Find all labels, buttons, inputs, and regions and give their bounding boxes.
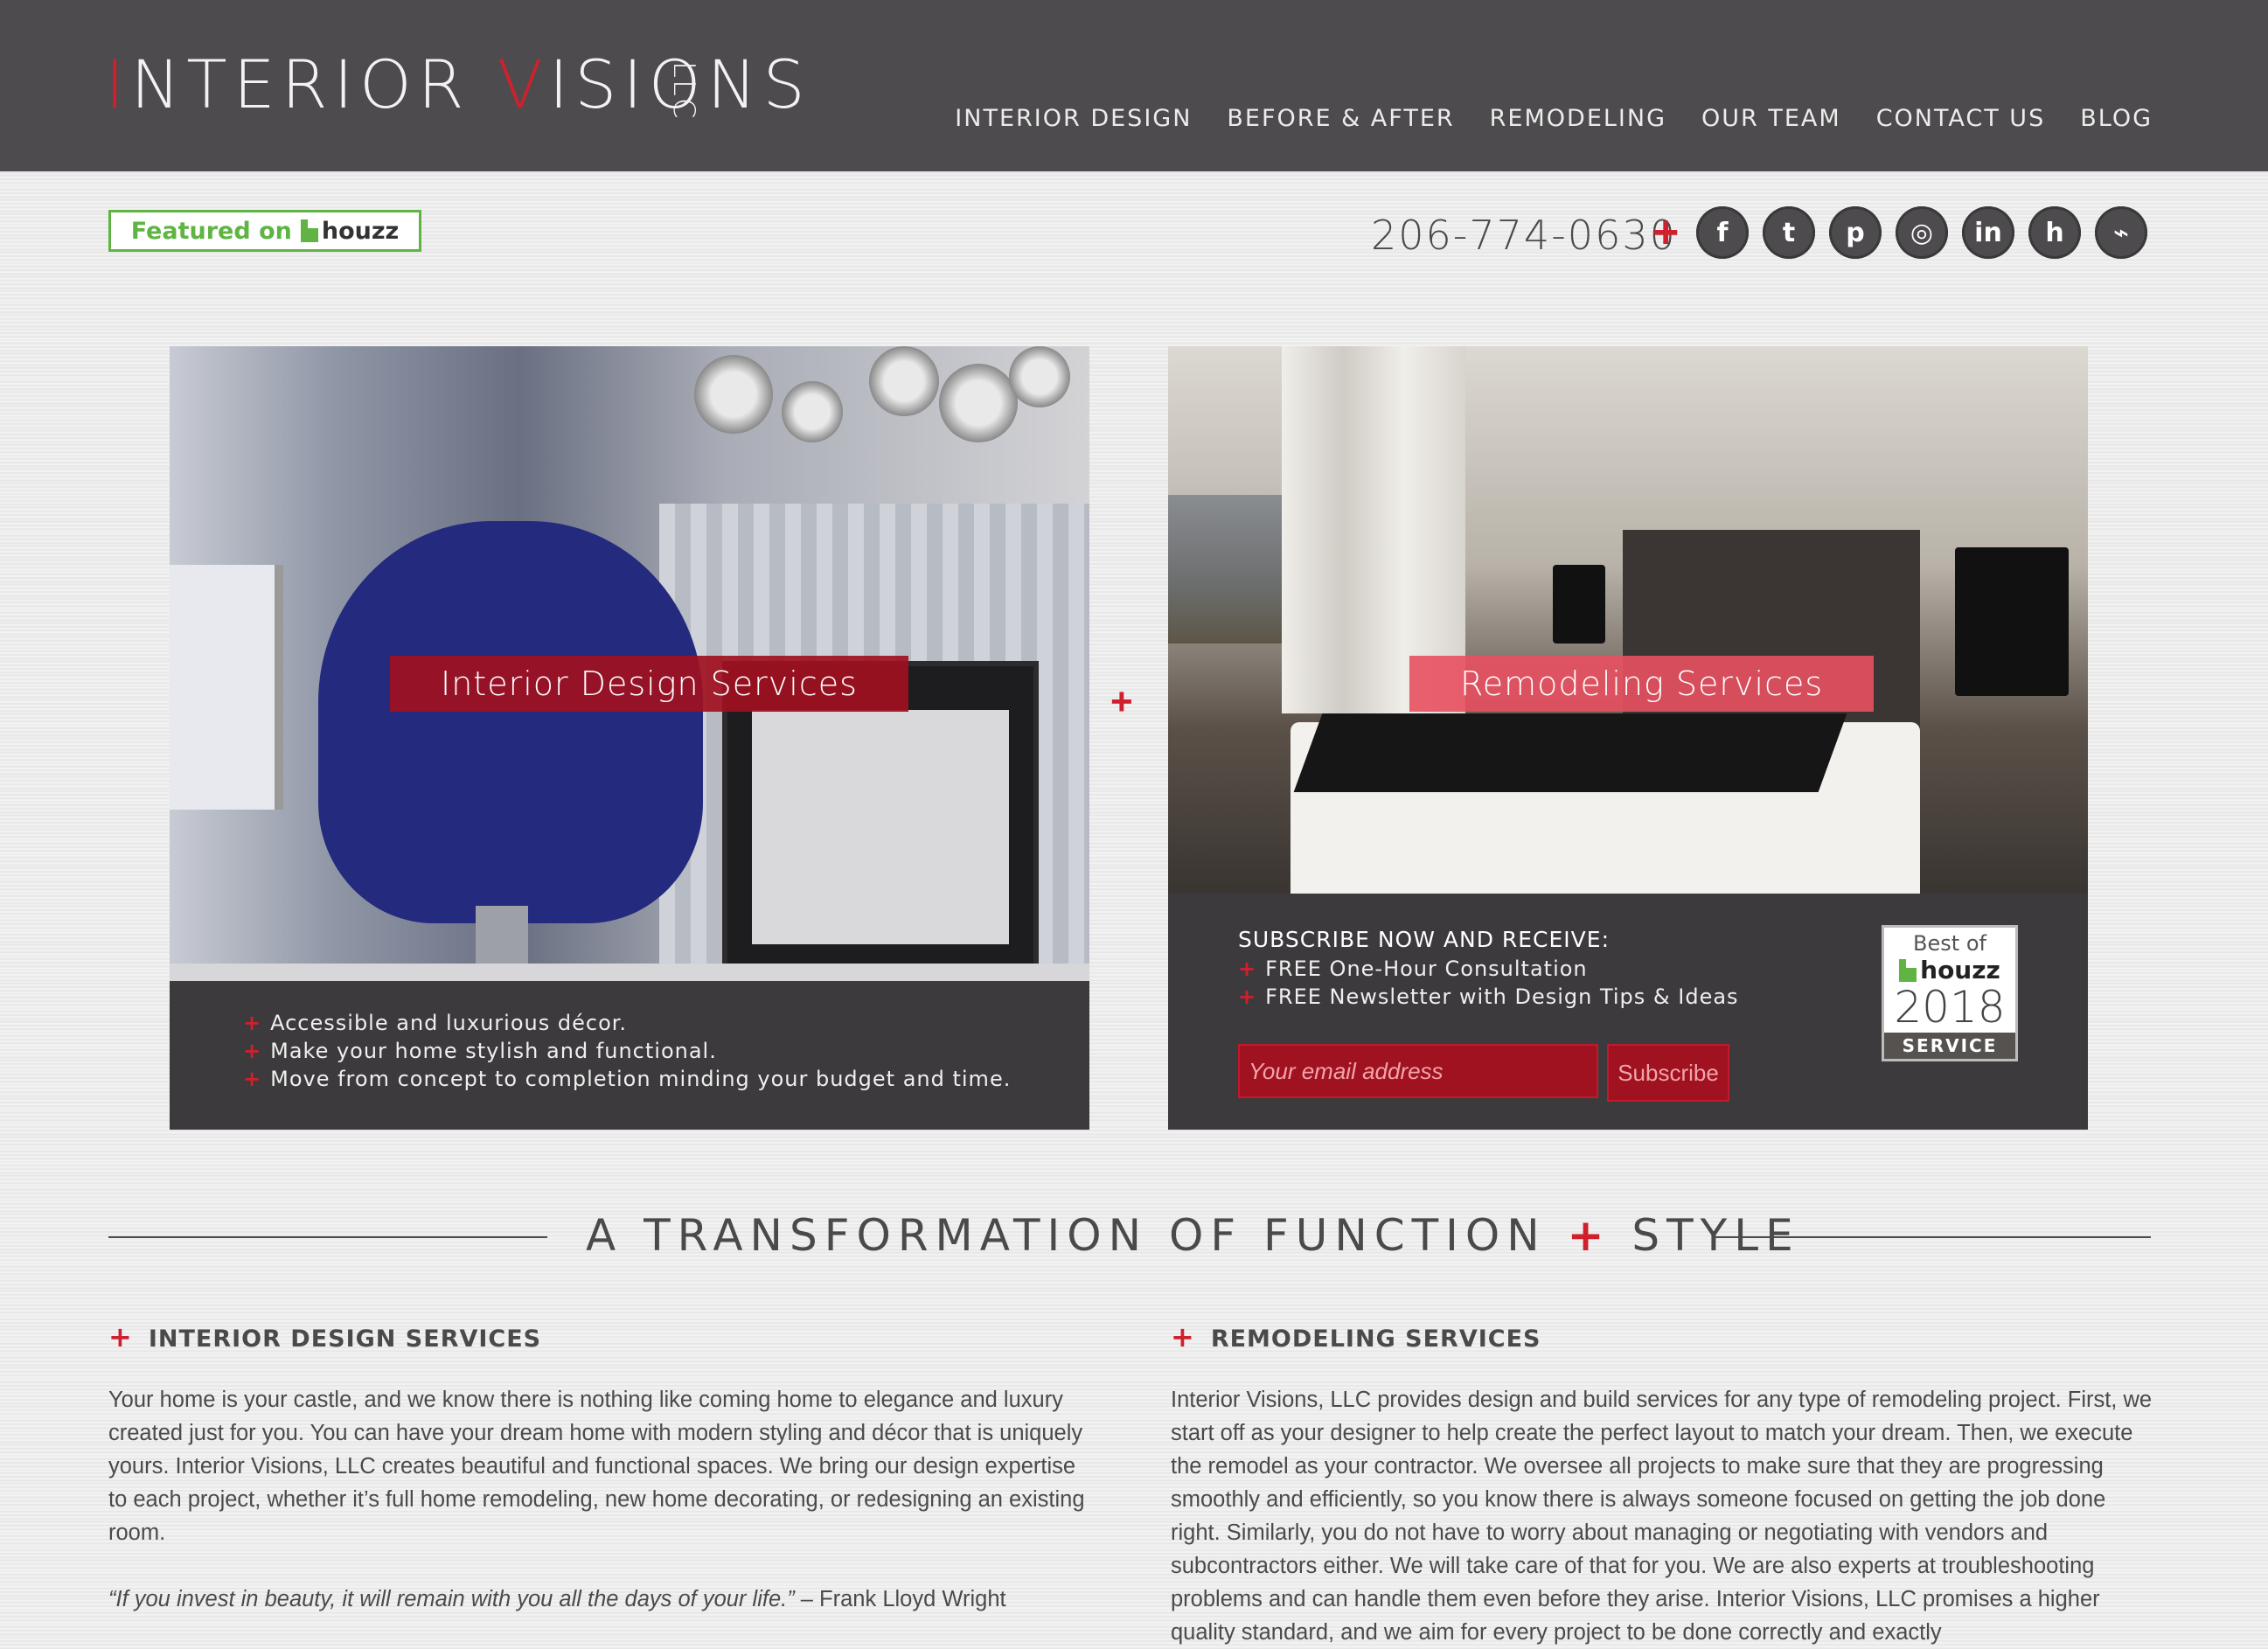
tagline-section: A TRANSFORMATION OF FUNCTION + STYLE: [108, 1210, 2151, 1268]
houzz-brand-text: houzz: [321, 217, 400, 245]
interior-design-card: Interior Design Services + Accessible and…: [170, 346, 1089, 1130]
bullet-text: Move from concept to completion minding …: [270, 1067, 1012, 1091]
site-logo[interactable]: INTERIOR VISIONS LLC: [105, 45, 811, 123]
photo-mirror: [1009, 346, 1070, 407]
plus-icon: +: [1238, 957, 1257, 981]
plus-icon: +: [1652, 207, 1680, 258]
photo-mirror: [869, 346, 939, 416]
twitter-icon[interactable]: t: [1763, 206, 1815, 259]
plus-icon: +: [243, 1011, 262, 1035]
social-links: f t p ◎ in h ⌁: [1696, 206, 2147, 259]
featured-label: Featured on: [130, 217, 292, 245]
divider: [108, 1236, 547, 1238]
nav-blog[interactable]: BLOG: [2080, 105, 2153, 132]
email-input[interactable]: [1238, 1044, 1598, 1098]
remodeling-section: + REMODELING SERVICES Interior Visions, L…: [1171, 1320, 2159, 1649]
pinterest-icon[interactable]: p: [1829, 206, 1882, 259]
houzz-icon[interactable]: h: [2028, 206, 2081, 259]
subscribe-item-text: FREE One-Hour Consultation: [1265, 957, 1588, 981]
logo-text-interior: NTERIOR: [130, 45, 497, 123]
badge-houzz-text: houzz: [1920, 956, 2000, 985]
tagline-part2: STYLE: [1631, 1210, 1800, 1261]
section-title: INTERIOR DESIGN SERVICES: [148, 1325, 542, 1353]
subscribe-button[interactable]: Subscribe: [1607, 1044, 1729, 1102]
tagline-part1: A TRANSFORMATION OF FUNCTION: [586, 1210, 1547, 1261]
houzz-brand: houzz: [300, 217, 400, 245]
nav-interior-design[interactable]: INTERIOR DESIGN: [955, 105, 1192, 132]
featured-on-houzz-badge[interactable]: Featured on houzz: [108, 210, 421, 252]
subscribe-list: + FREE One-Hour Consultation + FREE Newsle…: [1238, 955, 1739, 1011]
photo-artwork: [1168, 495, 1291, 644]
section-heading: + INTERIOR DESIGN SERVICES: [108, 1320, 1096, 1353]
interior-design-photo[interactable]: Interior Design Services: [170, 346, 1089, 981]
remodeling-services-label[interactable]: Remodeling Services: [1409, 656, 1875, 712]
list-item: + Accessible and luxurious décor.: [243, 1009, 1089, 1037]
section-body: Interior Visions, LLC provides design an…: [1171, 1388, 2153, 1645]
quote-author: – Frank Lloyd Wright: [794, 1587, 1006, 1611]
subscribe-panel: SUBSCRIBE NOW AND RECEIVE: + FREE One-Hou…: [1168, 894, 2088, 1130]
interior-design-bullets: + Accessible and luxurious décor. + Make y…: [170, 981, 1089, 1130]
facebook-icon[interactable]: f: [1696, 206, 1749, 259]
section-title: REMODELING SERVICES: [1210, 1325, 1541, 1353]
list-item: + FREE One-Hour Consultation: [1238, 955, 1739, 983]
bullet-text: Make your home stylish and functional.: [270, 1039, 717, 1063]
phone-number[interactable]: 206-774-0630: [1371, 212, 1677, 259]
quote-text: “If you invest in beauty, it will remain…: [108, 1587, 795, 1611]
photo-blanket: [1293, 713, 1847, 792]
list-item: + Make your home stylish and functional.: [243, 1037, 1089, 1065]
linkedin-icon[interactable]: in: [1962, 206, 2014, 259]
badge-year: 2018: [1894, 982, 2006, 1033]
logo-initial-v: V: [497, 45, 549, 123]
photo-floor: [170, 964, 1089, 981]
nav-our-team[interactable]: OUR TEAM: [1701, 105, 1841, 132]
nav-contact-us[interactable]: CONTACT US: [1876, 105, 2046, 132]
interior-design-section: + INTERIOR DESIGN SERVICES Your home is y…: [108, 1320, 1096, 1616]
plus-icon: +: [1171, 1320, 1195, 1353]
main-nav: INTERIOR DESIGN BEFORE & AFTER REMODELIN…: [955, 105, 2153, 132]
photo-mirror: [694, 355, 773, 434]
bullet-text: Accessible and luxurious décor.: [270, 1011, 628, 1035]
nav-before-after[interactable]: BEFORE & AFTER: [1227, 105, 1454, 132]
plus-icon: +: [243, 1039, 262, 1063]
section-body: Your home is your castle, and we know th…: [108, 1388, 1085, 1545]
plus-icon: +: [1110, 680, 1133, 723]
interior-design-services-label[interactable]: Interior Design Services: [390, 656, 908, 712]
houzz-logo-icon: [300, 219, 318, 242]
houzz-logo-icon: [1899, 958, 1917, 982]
badge-category: SERVICE: [1884, 1033, 2015, 1059]
photo-mirror: [782, 381, 843, 442]
section-heading: + REMODELING SERVICES: [1171, 1320, 2159, 1353]
plus-icon: +: [1567, 1210, 1611, 1261]
logo-llc: LLC: [666, 61, 701, 121]
subscribe-item-text: FREE Newsletter with Design Tips & Ideas: [1265, 985, 1739, 1009]
photo-lamp: [1955, 547, 2069, 696]
site-header: INTERIOR VISIONS LLC INTERIOR DESIGN BEF…: [0, 0, 2268, 171]
plus-icon: +: [243, 1067, 262, 1091]
photo-lamp: [1553, 565, 1605, 644]
logo-initial-i: I: [105, 45, 131, 123]
badge-houzz-brand: houzz: [1884, 956, 2015, 985]
photo-window: [170, 565, 283, 810]
subscribe-title: SUBSCRIBE NOW AND RECEIVE:: [1238, 927, 1610, 952]
instagram-icon[interactable]: ◎: [1896, 206, 1948, 259]
photo-egg-chair: [318, 521, 703, 981]
divider: [1712, 1236, 2151, 1238]
plus-icon: +: [108, 1320, 133, 1353]
best-of-houzz-badge[interactable]: Best of houzz 2018 SERVICE: [1882, 925, 2018, 1061]
remodeling-photo[interactable]: Remodeling Services: [1168, 346, 2088, 894]
quote: “If you invest in beauty, it will remain…: [108, 1583, 1096, 1616]
photo-mirror: [939, 364, 1018, 442]
list-item: + Move from concept to completion minding…: [243, 1065, 1089, 1093]
nav-remodeling[interactable]: REMODELING: [1490, 105, 1666, 132]
tagline: A TRANSFORMATION OF FUNCTION + STYLE: [586, 1210, 1793, 1261]
rss-icon[interactable]: ⌁: [2095, 206, 2147, 259]
plus-icon: +: [1238, 985, 1257, 1009]
remodeling-card: Remodeling Services SUBSCRIBE NOW AND RE…: [1168, 346, 2088, 1130]
badge-best-of: Best of: [1913, 931, 1986, 956]
list-item: + FREE Newsletter with Design Tips & Idea…: [1238, 983, 1739, 1011]
